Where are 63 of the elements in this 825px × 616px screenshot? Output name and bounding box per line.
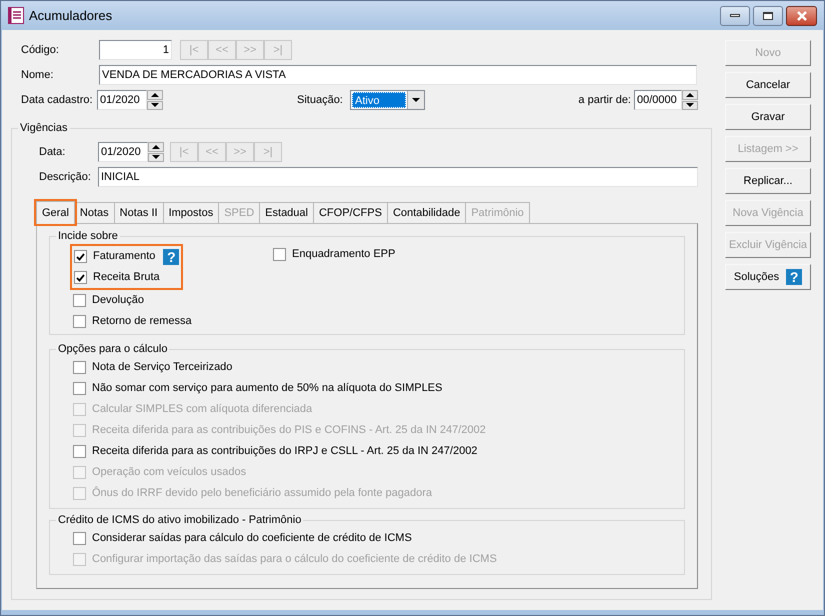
side-button[interactable]: Cancelar (725, 72, 811, 98)
checkbox-label: Faturamento (93, 249, 156, 264)
code-field[interactable]: 1 (99, 40, 172, 60)
tab[interactable]: Geral (36, 201, 75, 224)
field-label: a partir de: (578, 92, 631, 108)
up-arrow-icon (686, 92, 694, 97)
down-arrow-icon (151, 103, 159, 108)
help-icon[interactable]: ? (786, 269, 802, 285)
spin-button[interactable] (147, 90, 163, 110)
up-arrow-icon (151, 92, 159, 97)
checkbox[interactable] (74, 250, 87, 263)
help-icon[interactable]: ? (163, 248, 180, 264)
checkbox[interactable] (73, 315, 86, 328)
checkbox-label: Configurar importação das saídas para o cálculo do coeficiente de crédito de ICMS (92, 552, 497, 568)
checkbox[interactable] (73, 361, 86, 374)
checkbox[interactable] (273, 248, 286, 261)
checkbox-label: Enquadramento EPP (292, 247, 396, 262)
field-label: Data cadastro: (21, 92, 94, 108)
dropdown-value: Ativo (352, 92, 406, 108)
checkbox-label: Receita diferida para as contribuições do IRPJ e CSLL - Art. 25 da IN 247/2002 (92, 444, 478, 460)
text-field[interactable]: INICIAL (98, 167, 698, 187)
minimize-button[interactable] (720, 6, 750, 26)
checkbox[interactable] (74, 271, 87, 284)
checkbox-label: Devolução (92, 293, 144, 308)
side-button[interactable]: Soluções ? (725, 264, 811, 290)
checkbox-label: Receita Bruta (93, 270, 160, 286)
spin-button[interactable] (148, 142, 164, 162)
checkbox-label: Nota de Serviço Terceirizado (92, 360, 232, 376)
text-field[interactable]: 01/2020 (98, 142, 148, 162)
checkbox-label: Não somar com serviço para aumento de 50% na alíquota do SIMPLES (92, 381, 442, 396)
document-icon (8, 7, 24, 24)
down-arrow-icon (686, 103, 694, 108)
field-label: Código: (21, 42, 60, 58)
checkbox-label: Ônus do IRRF devido pelo beneficiário assumido pela fonte pagadora (92, 485, 432, 502)
spin-button[interactable] (682, 90, 698, 110)
up-arrow-icon (152, 144, 160, 149)
text-field[interactable]: 00/0000 (634, 90, 682, 110)
field-label: Situação: (297, 92, 344, 108)
checkbox[interactable] (73, 532, 86, 545)
checkbox-label: Receita diferida para as contribuições do PIS e COFINS - Art. 25 da IN 247/2002 (92, 423, 486, 438)
close-icon (796, 10, 808, 20)
text-field[interactable]: 01/2020 (97, 90, 147, 110)
maximize-button[interactable] (753, 6, 783, 26)
checkbox-label: Considerar saídas para cálculo do coeficiente de crédito de ICMS (92, 531, 412, 546)
field-label: Nome: (21, 68, 54, 83)
caret-icon (412, 98, 420, 102)
group-title: Opções para o cálculo (56, 342, 170, 356)
checkbox[interactable] (73, 294, 86, 307)
down-arrow-icon (152, 155, 160, 160)
field-label: Data: (39, 144, 66, 160)
close-button[interactable] (786, 6, 817, 26)
checkbox-label: Operação com veículos usados (92, 465, 246, 480)
window-title: Acumuladores (29, 6, 112, 25)
field-label: Descrição: (39, 170, 92, 185)
checkbox[interactable] (73, 382, 86, 395)
text-field[interactable]: VENDA DE MERCADORIAS A VISTA (99, 65, 697, 85)
side-button[interactable]: Gravar (725, 104, 811, 130)
checkbox-label: Calcular SIMPLES com alíquota diferenciada (92, 402, 312, 418)
group-title: Vigências (18, 121, 70, 135)
checkbox[interactable] (73, 445, 86, 458)
dropdown[interactable]: Ativo (350, 90, 425, 110)
checkbox-label: Retorno de remessa (92, 314, 192, 330)
side-button[interactable]: Replicar... (725, 168, 811, 194)
